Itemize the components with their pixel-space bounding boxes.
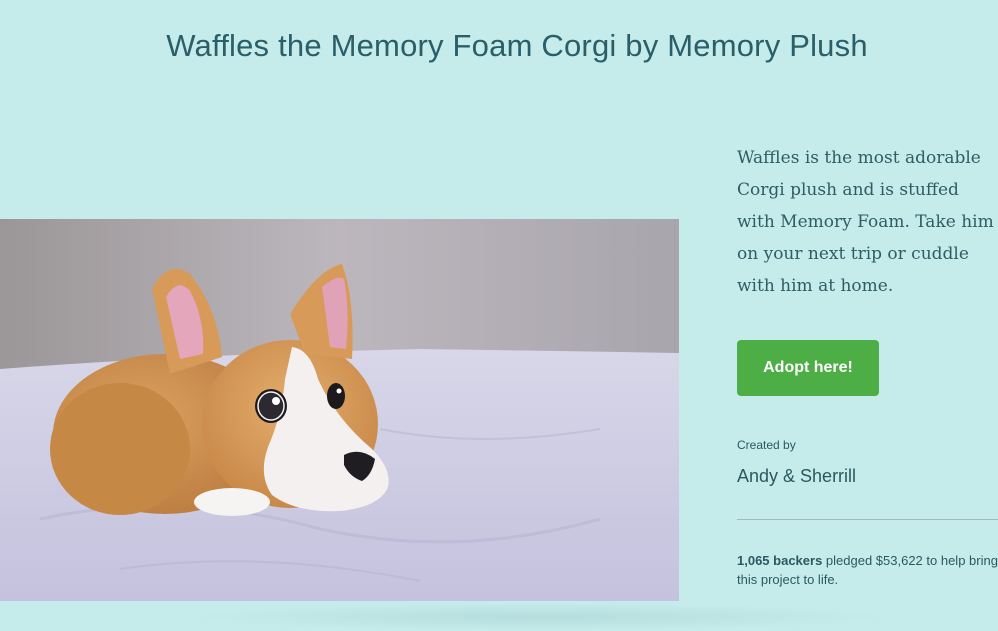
divider: [737, 519, 998, 520]
bottom-shadow: [190, 603, 890, 631]
adopt-button[interactable]: Adopt here!: [737, 340, 879, 396]
creator-name-link[interactable]: Andy & Sherrill: [737, 466, 856, 487]
project-sidebar: Waffles is the most adorable Corgi plush…: [737, 0, 998, 617]
backers-count: 1,065 backers: [737, 553, 823, 568]
corgi-plush-photo: [0, 219, 679, 601]
project-blurb: Waffles is the most adorable Corgi plush…: [737, 148, 994, 296]
hero-image: [0, 219, 679, 601]
funding-summary: 1,065 backers pledged $53,622 to help br…: [737, 551, 998, 589]
created-by-label: Created by: [737, 438, 796, 452]
